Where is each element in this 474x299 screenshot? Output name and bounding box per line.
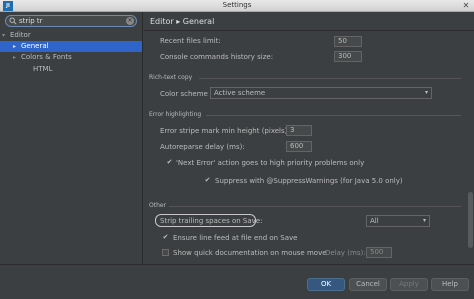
tree-item-label: Colors & Fonts bbox=[21, 53, 72, 61]
stripe-height-input[interactable]: 3 bbox=[286, 125, 312, 136]
tree-item-html[interactable]: HTML bbox=[0, 64, 142, 75]
line-feed-label: Ensure line feed at file end on Save bbox=[173, 234, 298, 242]
breadcrumb: Editor ▸ General bbox=[144, 12, 474, 31]
error-highlighting-section-title: Error highlighting bbox=[149, 111, 202, 118]
window-title: Settings bbox=[222, 1, 252, 9]
delay-label: Delay (ms): bbox=[325, 249, 366, 257]
settings-scroll-area[interactable]: Recent files limit: 50 Console commands … bbox=[144, 32, 464, 264]
tree-item-label: General bbox=[21, 42, 49, 50]
search-field[interactable]: ✕ bbox=[5, 15, 137, 27]
ok-button[interactable]: OK bbox=[307, 278, 345, 291]
strip-value: All bbox=[370, 217, 379, 225]
settings-tree-panel: ✕ ▾Editor ▸General ▸Colors & Fonts HTML bbox=[0, 12, 143, 264]
expand-arrow-icon[interactable]: ▸ bbox=[13, 52, 21, 63]
page-title: Editor ▸ General bbox=[150, 17, 215, 26]
title-bar: JI Settings ✕ bbox=[0, 0, 474, 12]
strip-trailing-spaces-label: Strip trailing spaces on Save: bbox=[160, 217, 263, 225]
delay-input[interactable]: 500 bbox=[366, 247, 392, 258]
clear-search-icon[interactable]: ✕ bbox=[126, 17, 134, 25]
console-history-input[interactable]: 300 bbox=[334, 51, 362, 62]
tree-item-editor[interactable]: ▾ Editor bbox=[0, 30, 142, 41]
suppress-label: Suppress with @SuppressWarnings (for Jav… bbox=[215, 177, 403, 185]
color-scheme-value: Active scheme bbox=[214, 89, 266, 97]
chevron-down-icon: ▾ bbox=[422, 217, 426, 224]
line-feed-checkbox[interactable]: ✔ bbox=[162, 234, 169, 241]
section-divider bbox=[206, 115, 461, 116]
search-input[interactable] bbox=[19, 16, 119, 26]
tree-item-label: HTML bbox=[33, 65, 53, 73]
settings-content-panel: Editor ▸ General Recent files limit: 50 … bbox=[144, 12, 474, 264]
expand-arrow-icon[interactable]: ▸ bbox=[13, 41, 21, 52]
section-divider bbox=[169, 206, 461, 207]
quick-doc-label: Show quick documentation on mouse move bbox=[173, 249, 327, 257]
next-error-label: 'Next Error' action goes to high priorit… bbox=[176, 159, 365, 167]
color-scheme-label: Color scheme bbox=[160, 90, 208, 98]
tree-item-colors-fonts[interactable]: ▸ Colors & Fonts bbox=[0, 52, 142, 63]
tree-item-label: Editor bbox=[10, 31, 31, 39]
autoreparse-label: Autoreparse delay (ms): bbox=[160, 143, 245, 151]
section-divider bbox=[199, 78, 461, 79]
chevron-down-icon: ▾ bbox=[424, 89, 428, 96]
other-section-title: Other bbox=[149, 202, 167, 209]
tree-item-general[interactable]: ▸ General bbox=[0, 41, 142, 52]
rich-text-section-title: Rich-text copy bbox=[149, 74, 193, 81]
strip-trailing-spaces-dropdown[interactable]: All ▾ bbox=[366, 215, 430, 227]
help-button[interactable]: Help bbox=[431, 278, 469, 291]
quick-doc-checkbox[interactable] bbox=[162, 249, 169, 256]
close-icon[interactable]: ✕ bbox=[461, 1, 471, 11]
vertical-scrollbar[interactable] bbox=[468, 192, 473, 248]
next-error-checkbox[interactable]: ✔ bbox=[166, 159, 173, 166]
console-history-label: Console commands history size: bbox=[160, 53, 274, 61]
search-icon bbox=[9, 17, 17, 25]
cancel-button[interactable]: Cancel bbox=[349, 278, 387, 291]
expand-arrow-icon[interactable]: ▾ bbox=[2, 30, 10, 41]
recent-files-input[interactable]: 50 bbox=[334, 36, 362, 47]
autoreparse-input[interactable]: 600 bbox=[286, 141, 312, 152]
dialog-footer: OK Cancel Apply Help bbox=[0, 264, 474, 299]
suppress-checkbox[interactable]: ✔ bbox=[204, 177, 211, 184]
apply-button[interactable]: Apply bbox=[390, 278, 428, 291]
recent-files-label: Recent files limit: bbox=[160, 37, 221, 45]
stripe-height-label: Error stripe mark min height (pixels): bbox=[160, 127, 290, 135]
color-scheme-dropdown[interactable]: Active scheme ▾ bbox=[210, 87, 432, 99]
